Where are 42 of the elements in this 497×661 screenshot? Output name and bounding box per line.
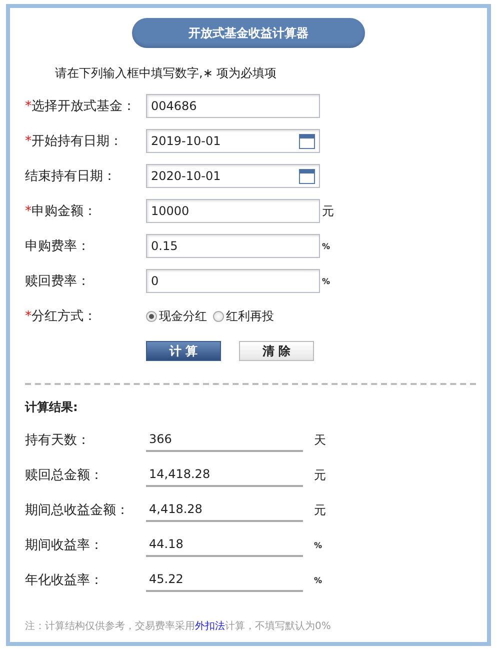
unit-label: 元 xyxy=(314,502,326,518)
result-value: 14,418.28 xyxy=(146,463,303,487)
input-field[interactable]: 10000 xyxy=(146,199,320,223)
result-value: 44.18 xyxy=(146,533,303,557)
unit-label: 元 xyxy=(322,202,334,220)
unit-label: % xyxy=(314,540,322,550)
unit-label: 天 xyxy=(314,432,326,448)
result-label: 年化收益率： xyxy=(24,572,104,589)
field-label: 申购费率： xyxy=(24,238,91,255)
clear-button[interactable]: 清 除 xyxy=(239,341,314,361)
footnote-text: 注：计算结构仅供参考，交易费率采用外扣法计算，不填写默认为0% xyxy=(25,620,332,633)
field-label: *分红方式： xyxy=(24,308,98,325)
input-field[interactable]: 004686 xyxy=(146,94,320,118)
input-field[interactable]: 0 xyxy=(146,269,320,293)
calendar-icon[interactable] xyxy=(299,133,315,149)
field-label: *申购金额： xyxy=(24,203,98,220)
unit-label: % xyxy=(322,276,330,286)
instruction-text: 请在下列输入框中填写数字,∗ 项为必填项 xyxy=(55,65,278,82)
unit-label: % xyxy=(314,576,322,584)
date-field[interactable]: 2019-10-01 xyxy=(146,129,320,153)
method-link[interactable]: 外扣法 xyxy=(195,621,225,632)
unit-label: 元 xyxy=(314,466,326,484)
field-label: *选择开放式基金： xyxy=(24,98,136,115)
field-label: 赎回费率： xyxy=(24,273,91,290)
result-label: 期间收益率： xyxy=(24,537,104,554)
result-value: 4,418.28 xyxy=(146,498,303,522)
input-field[interactable]: 0.15 xyxy=(146,234,320,258)
results-heading: 计算结果: xyxy=(25,399,79,416)
result-value: 366 xyxy=(146,428,303,452)
radio-option[interactable]: 红利再投 xyxy=(213,308,274,324)
result-label: 期间总收益金额： xyxy=(24,502,130,519)
radio-option[interactable]: 现金分红 xyxy=(146,308,207,324)
result-label: 持有天数： xyxy=(24,432,91,449)
calendar-icon[interactable] xyxy=(299,168,315,184)
calculator-title: 开放式基金收益计算器 xyxy=(132,18,365,48)
result-value: 45.22 xyxy=(146,568,303,592)
calculate-button[interactable]: 计 算 xyxy=(146,341,221,361)
result-label: 赎回总金额： xyxy=(24,467,104,484)
unit-label: % xyxy=(322,242,330,250)
field-label: *开始持有日期： xyxy=(24,133,124,150)
field-label: 结束持有日期： xyxy=(24,168,117,185)
date-field[interactable]: 2020-10-01 xyxy=(146,164,320,188)
